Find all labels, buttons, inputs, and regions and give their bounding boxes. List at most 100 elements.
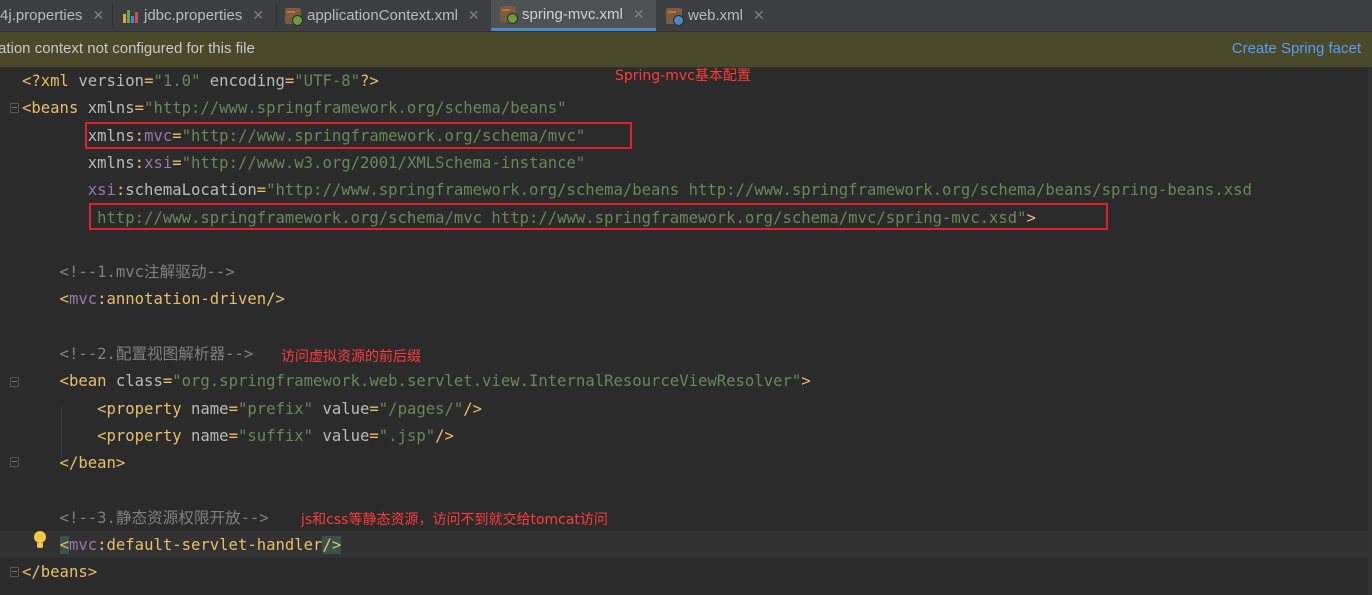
fold-marker-icon[interactable] [10, 377, 19, 387]
close-icon[interactable]: ✕ [753, 7, 765, 24]
lightbulb-icon[interactable] [32, 531, 48, 551]
code-line[interactable]: xmlns:xsi="http://www.w3.org/2001/XMLSch… [22, 150, 586, 177]
annotation-title: Spring-mvc基本配置 [615, 68, 751, 84]
code-token: <?xml [22, 72, 79, 90]
tab-label: spring-mvc.xml [522, 5, 623, 23]
code-line[interactable]: <property name="suffix" value=".jsp"/> [22, 423, 454, 450]
close-icon[interactable]: ✕ [468, 7, 480, 24]
code-token: < [22, 290, 69, 309]
code-token: = [162, 372, 173, 391]
code-token: = [256, 181, 267, 200]
code-token: "http://www.springframework.org/schema/b… [144, 99, 567, 118]
tab-spring-mvc-xml[interactable]: spring-mvc.xml ✕ [491, 0, 656, 31]
code-token: = [369, 426, 379, 445]
code-token: value [313, 426, 370, 445]
code-token: /> [463, 399, 483, 418]
code-token: ?> [360, 72, 379, 90]
tab-label: applicationContext.xml [307, 7, 458, 24]
code-token: = [284, 72, 295, 90]
code-token: xmlns [22, 153, 135, 172]
code-line[interactable]: xsi:schemaLocation="http://www.springfra… [22, 177, 1252, 204]
fold-marker-icon[interactable] [10, 457, 19, 467]
code-token: < [59, 536, 69, 555]
tab-label: web.xml [688, 7, 744, 24]
code-line[interactable]: <mvc:default-servlet-handler/> [22, 532, 342, 559]
spring-xml-file-icon [285, 7, 303, 26]
tab-applicationcontext-xml[interactable]: applicationContext.xml ✕ [277, 0, 490, 31]
code-token: name [191, 426, 229, 445]
code-token: "1.0" [153, 72, 201, 90]
code-line[interactable]: <mvc:annotation-driven/> [22, 286, 285, 313]
code-token: encoding [200, 72, 285, 90]
code-line[interactable]: <!--3.静态资源权限开放--> [22, 505, 269, 532]
code-token: "/pages/" [378, 399, 464, 418]
code-editor[interactable]: <?xml version="1.0" encoding="UTF-8"?> <b… [0, 68, 1372, 595]
close-icon[interactable]: ✕ [93, 7, 105, 24]
tab-jdbc-properties[interactable]: jdbc.properties ✕ [113, 0, 276, 31]
code-token: = [134, 99, 145, 118]
code-token: xsi [144, 153, 173, 172]
code-line[interactable]: <beans xmlns="http://www.springframework… [22, 95, 567, 122]
code-line[interactable]: <bean class="org.springframework.web.ser… [22, 368, 811, 395]
code-token: xmlns [87, 99, 135, 118]
editor-gutter [0, 68, 20, 595]
tab-label: jdbc.properties [144, 7, 243, 24]
annotation-view-resolver: 访问虚拟资源的前后缀 [281, 349, 421, 365]
code-token: <!--2.配置视图解析器--> [22, 345, 254, 363]
tab-log4j-properties[interactable]: 4j.properties ✕ [0, 0, 112, 31]
create-spring-facet-link[interactable]: Create Spring facet [1232, 40, 1361, 57]
tab-label: 4j.properties [0, 7, 83, 24]
code-token: : [134, 153, 145, 172]
code-token: /> [435, 426, 454, 445]
spring-xml-file-icon [500, 6, 518, 24]
annotation-static-resources: js和css等静态资源，访问不到就交给tomcat访问 [301, 512, 608, 528]
close-icon[interactable]: ✕ [252, 7, 264, 24]
code-token: <bean [22, 372, 116, 391]
code-token: </bean> [22, 454, 126, 473]
fold-marker-icon[interactable] [10, 567, 19, 577]
code-token: mvc [68, 290, 98, 309]
properties-file-icon [122, 8, 138, 24]
highlight-box-mvc-namespace [85, 122, 632, 149]
fold-marker-icon[interactable] [10, 103, 19, 113]
close-icon[interactable]: ✕ [633, 6, 645, 23]
tab-web-xml[interactable]: web.xml ✕ [657, 0, 777, 31]
code-line[interactable]: <!--2.配置视图解析器--> [22, 341, 254, 368]
code-token: <!--3.静态资源权限开放--> [22, 508, 269, 527]
code-line[interactable]: </bean> [22, 450, 126, 477]
code-token: "org.springframework.web.servlet.view.In… [172, 372, 802, 391]
code-token: > [801, 372, 811, 391]
code-token: <!--1.mvc注解驱动--> [22, 263, 235, 282]
code-token: "http://www.w3.org/2001/XMLSchema-instan… [181, 153, 586, 172]
code-line[interactable]: <!--1.mvc注解驱动--> [22, 259, 235, 286]
web-xml-file-icon [666, 7, 684, 26]
editor-tab-bar: 4j.properties ✕ jdbc.properties ✕ applic… [0, 0, 1372, 32]
code-token: "prefix" [237, 399, 314, 418]
code-token: value [313, 399, 370, 418]
banner-message: ation context not configured for this fi… [0, 40, 255, 57]
code-token: "http://www.springframework.org/schema/b… [266, 181, 1252, 200]
vertical-scrollbar[interactable] [1368, 68, 1372, 595]
code-line[interactable]: </beans> [22, 559, 97, 586]
code-token: <property [22, 399, 191, 418]
code-token: : [115, 181, 126, 200]
code-token: xsi [22, 181, 116, 200]
code-line[interactable]: <property name="prefix" value="/pages/"/… [22, 396, 482, 423]
code-token: = [228, 399, 238, 418]
code-token: </beans> [22, 563, 98, 582]
code-token: <property [22, 426, 191, 445]
code-token: name [191, 399, 229, 418]
code-token: schemaLocation [125, 181, 257, 200]
code-token: version [78, 72, 145, 90]
code-line[interactable]: <?xml version="1.0" encoding="UTF-8"?> [22, 68, 379, 95]
code-token: /> [322, 536, 342, 555]
code-token: "UTF-8" [294, 72, 361, 90]
code-token: <beans [22, 99, 88, 118]
code-token: = [369, 399, 379, 418]
code-token: mvc [68, 536, 98, 555]
notification-banner: ation context not configured for this fi… [0, 32, 1372, 68]
code-token: ".jsp" [378, 426, 436, 445]
code-token: :annotation-driven/> [97, 290, 285, 309]
code-token: = [172, 153, 182, 172]
code-token: "suffix" [237, 426, 314, 445]
